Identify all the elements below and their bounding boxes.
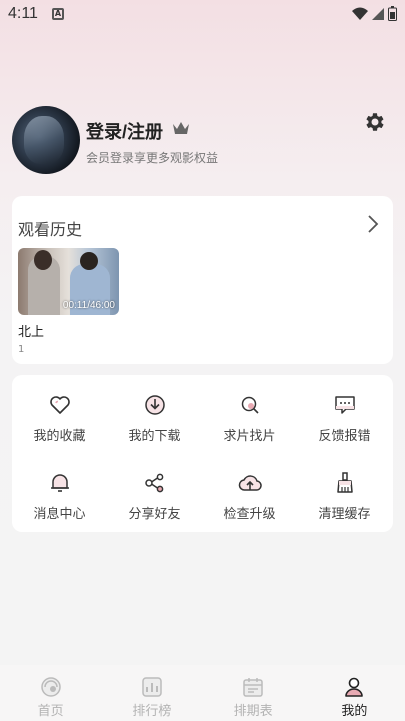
notification-icon: A xyxy=(51,8,64,20)
menu-item-request-film[interactable]: 求片找片 xyxy=(202,393,297,457)
battery-icon xyxy=(388,6,397,21)
menu-item-share[interactable]: 分享好友 xyxy=(107,471,202,535)
avatar[interactable] xyxy=(12,106,80,174)
watch-history-title: 观看历史 xyxy=(18,220,83,239)
tab-ranking[interactable]: 排行榜 xyxy=(101,665,202,721)
menu-item-feedback[interactable]: 反馈报错 xyxy=(297,393,392,457)
status-icons xyxy=(352,6,397,21)
menu-label: 我的下载 xyxy=(128,429,181,444)
menu-item-downloads[interactable]: 我的下载 xyxy=(107,393,202,457)
wifi-icon xyxy=(352,7,368,20)
history-thumbnail: 00:11/46:00 xyxy=(18,248,119,315)
signal-icon xyxy=(372,7,384,20)
upgrade-icon xyxy=(238,475,262,491)
function-menu-card: 我的收藏 我的下载 求片找片 反馈报错 消息中心 分享好友 检查升级 清理缓存 xyxy=(12,375,393,532)
search-film-icon xyxy=(241,396,259,414)
menu-label: 求片找片 xyxy=(223,429,276,444)
watch-history-card: 观看历史 00:11/46:00 北上 1 xyxy=(12,196,393,364)
menu-label: 消息中心 xyxy=(33,507,86,522)
menu-label: 检查升级 xyxy=(223,507,276,522)
menu-label: 分享好友 xyxy=(128,507,181,522)
status-time: 4:11 xyxy=(8,5,38,22)
menu-label: 反馈报错 xyxy=(318,429,371,444)
bottom-tab-bar: 首页 排行榜 排期表 我的 xyxy=(0,665,405,721)
ranking-icon xyxy=(142,677,162,697)
history-item[interactable]: 00:11/46:00 北上 1 xyxy=(18,248,119,355)
share-icon xyxy=(144,473,163,493)
feedback-icon xyxy=(334,396,355,414)
tab-schedule[interactable]: 排期表 xyxy=(203,665,304,721)
history-item-title: 北上 xyxy=(18,325,45,340)
home-icon xyxy=(40,677,61,697)
menu-item-clear-cache[interactable]: 清理缓存 xyxy=(297,471,392,535)
tab-label: 排期表 xyxy=(233,704,273,719)
bell-icon xyxy=(50,474,69,492)
calendar-icon xyxy=(243,678,263,697)
gear-icon[interactable] xyxy=(363,110,387,134)
history-progress: 00:11/46:00 xyxy=(62,300,115,311)
login-subtitle: 会员登录享更多观影权益 xyxy=(86,151,219,165)
login-register-link[interactable]: 登录/注册 xyxy=(86,118,163,144)
tab-mine[interactable]: 我的 xyxy=(304,665,405,721)
profile-header: 登录/注册 会员登录享更多观影权益 xyxy=(12,106,393,176)
history-item-episode: 1 xyxy=(18,344,25,355)
heart-icon xyxy=(49,396,70,414)
menu-item-messages[interactable]: 消息中心 xyxy=(12,471,107,535)
status-bar: 4:11 A xyxy=(0,0,405,28)
menu-label: 清理缓存 xyxy=(318,507,371,522)
profile-icon xyxy=(345,677,364,697)
download-icon xyxy=(144,395,165,415)
tab-label: 我的 xyxy=(341,704,368,719)
menu-label: 我的收藏 xyxy=(33,429,86,444)
crown-icon xyxy=(173,122,189,134)
tab-label: 首页 xyxy=(37,704,64,719)
broom-icon xyxy=(336,472,353,493)
tab-label: 排行榜 xyxy=(132,704,172,719)
menu-item-upgrade[interactable]: 检查升级 xyxy=(202,471,297,535)
menu-item-favorites[interactable]: 我的收藏 xyxy=(12,393,107,457)
chevron-right-icon[interactable] xyxy=(367,214,379,234)
tab-home[interactable]: 首页 xyxy=(0,665,101,721)
